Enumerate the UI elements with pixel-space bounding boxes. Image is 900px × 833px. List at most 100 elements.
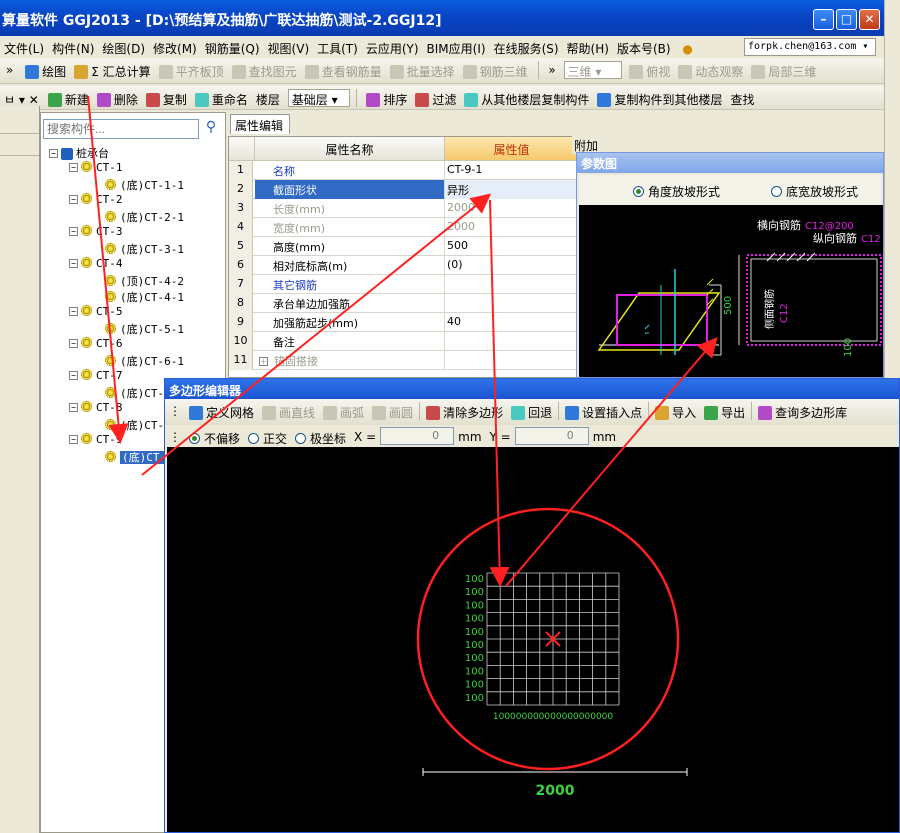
property-row[interactable]: 8 承台单边加强筋: [229, 294, 579, 313]
polygon-tool-5[interactable]: 回退: [507, 399, 556, 423]
width-slope-option[interactable]: 底宽放坡形式: [771, 183, 858, 200]
tree-node[interactable]: − CT-9: [69, 433, 123, 449]
component-search-input[interactable]: [43, 119, 199, 139]
polygon-tool-3[interactable]: 画圆: [368, 399, 417, 423]
property-value[interactable]: 异形: [445, 180, 579, 199]
property-value[interactable]: [445, 294, 579, 313]
menu-item-7[interactable]: 云应用(Y): [362, 36, 423, 58]
polygon-grid-drawing[interactable]: 100 100 100 100 100 100 100 100 100 100 1000000000…: [167, 447, 899, 832]
property-value[interactable]: (0): [445, 256, 579, 275]
toolbar-button-6[interactable]: 钢筋三维: [459, 58, 532, 82]
menu-item-10[interactable]: 帮助(H): [563, 36, 613, 58]
collapse-toggle-icon[interactable]: −: [49, 149, 58, 158]
property-row[interactable]: 4 宽度(mm) 2000: [229, 218, 579, 237]
user-avatar-icon[interactable]: ●: [678, 38, 696, 58]
tree-node[interactable]: − CT-5: [69, 305, 123, 321]
menu-item-5[interactable]: 视图(V): [264, 36, 314, 58]
view-button-2[interactable]: 局部三维: [747, 58, 820, 82]
search-icon[interactable]: ⚲: [201, 119, 221, 139]
property-value[interactable]: 2000: [445, 218, 579, 237]
polygon-tool-0[interactable]: 定义网格: [185, 399, 258, 423]
menu-item-11[interactable]: 版本号(B): [613, 36, 675, 58]
toolbar-button-3[interactable]: 查找图元: [228, 58, 301, 82]
polygon-editor-dialog[interactable]: 多边形编辑器 ⋮ 定义网格 画直线 画弧 画圆 清除多边形 回退 设置插入点 导入 导出 查询多边形…: [164, 378, 900, 833]
account-email-dropdown[interactable]: forpk.chen@163.com ▾: [744, 38, 876, 56]
property-row[interactable]: 2 截面形状 异形: [229, 180, 579, 199]
collapse-toggle-icon[interactable]: −: [69, 259, 78, 268]
tree-node[interactable]: − CT-8: [69, 401, 123, 417]
tree-node[interactable]: − CT-6: [69, 337, 123, 353]
property-row[interactable]: 9 加强筋起步(mm) 40: [229, 313, 579, 332]
property-value[interactable]: [445, 351, 579, 370]
menu-item-6[interactable]: 工具(T): [313, 36, 362, 58]
snap-mode-2[interactable]: 极坐标: [291, 425, 350, 449]
polygon-tool-6[interactable]: 设置插入点: [561, 399, 646, 423]
component-button-2[interactable]: 复制: [142, 86, 191, 109]
tree-node[interactable]: − CT-3: [69, 225, 123, 241]
tree-node[interactable]: − CT-2: [69, 193, 123, 209]
property-row[interactable]: 11 + 锚固搭接: [229, 351, 579, 370]
tree-leaf[interactable]: (顶)CT-4-2: [105, 273, 184, 289]
snap-mode-1[interactable]: 正交: [244, 425, 291, 449]
floor-dropdown[interactable]: 基础层 ▾: [287, 89, 350, 107]
toolbar-button-2[interactable]: 平齐板顶: [155, 58, 228, 82]
property-row[interactable]: 10 备注: [229, 332, 579, 351]
view-button-0[interactable]: 俯视: [625, 58, 674, 82]
component-button-b0[interactable]: 排序: [362, 86, 411, 109]
collapse-toggle-icon[interactable]: −: [69, 403, 78, 412]
menu-item-4[interactable]: 钢筋量(Q): [201, 36, 264, 58]
property-row[interactable]: 7 其它钢筋: [229, 275, 579, 294]
menu-item-1[interactable]: 构件(N): [48, 36, 98, 58]
property-row[interactable]: 6 相对底标高(m) (0): [229, 256, 579, 275]
snap-mode-0[interactable]: 不偏移: [185, 425, 244, 449]
x-coordinate-input[interactable]: 0: [380, 427, 455, 445]
expand-toggle-icon[interactable]: +: [259, 357, 268, 366]
property-value[interactable]: [445, 332, 579, 351]
component-button-b2[interactable]: 从其他楼层复制构件: [460, 86, 593, 109]
property-value[interactable]: 2000: [445, 199, 579, 218]
property-value[interactable]: 40: [445, 313, 579, 332]
collapse-toggle-icon[interactable]: −: [69, 227, 78, 236]
property-value[interactable]: [445, 275, 579, 294]
component-button-b1[interactable]: 过滤: [411, 86, 460, 109]
property-row[interactable]: 5 高度(mm) 500: [229, 237, 579, 256]
property-value[interactable]: 500: [445, 237, 579, 256]
toolbar-button-4[interactable]: 查看钢筋量: [301, 58, 386, 82]
polygon-tool-1[interactable]: 画直线: [258, 399, 319, 423]
polygon-editor-title[interactable]: 多边形编辑器: [165, 379, 899, 399]
tree-leaf[interactable]: (底)CT-2-1: [105, 209, 184, 225]
toolbar-button-0[interactable]: 绘图: [21, 58, 70, 82]
polygon-tool-7[interactable]: 导入: [651, 399, 700, 423]
tree-leaf[interactable]: (底)CT-3-1: [105, 241, 184, 257]
component-button-1[interactable]: 删除: [93, 86, 142, 109]
collapse-toggle-icon[interactable]: −: [69, 371, 78, 380]
toolbar-button-1[interactable]: Σ 汇总计算: [70, 58, 154, 82]
tree-leaf[interactable]: (底)CT-: [105, 449, 169, 465]
close-button[interactable]: ✕: [859, 9, 880, 30]
component-button-b4[interactable]: 查找: [726, 86, 758, 109]
polygon-tool-8[interactable]: 导出: [700, 399, 749, 423]
tab-property-edit[interactable]: 属性编辑: [230, 114, 290, 134]
collapse-toggle-icon[interactable]: −: [69, 195, 78, 204]
tree-node[interactable]: − CT-1: [69, 161, 123, 177]
component-button-3[interactable]: 重命名: [191, 86, 252, 109]
tree-node[interactable]: − CT-7: [69, 369, 123, 385]
toolbar-chevron-icon[interactable]: »: [544, 58, 559, 82]
minimize-button[interactable]: –: [813, 9, 834, 30]
property-row[interactable]: 1 名称 CT-9-1: [229, 161, 579, 180]
tree-leaf[interactable]: (底)CT-1-1: [105, 177, 184, 193]
collapse-toggle-icon[interactable]: −: [69, 307, 78, 316]
tree-leaf[interactable]: (底)CT-5-1: [105, 321, 184, 337]
tree-root[interactable]: − 桩承台: [49, 145, 109, 161]
component-button-b3[interactable]: 复制构件到其他楼层: [593, 86, 726, 109]
menu-item-0[interactable]: 文件(L): [0, 36, 48, 58]
polygon-canvas[interactable]: 100 100 100 100 100 100 100 100 100 100 1000000000…: [167, 447, 899, 832]
property-row[interactable]: 3 长度(mm) 2000: [229, 199, 579, 218]
angle-slope-option[interactable]: 角度放坡形式: [633, 183, 720, 200]
tree-leaf[interactable]: (底)CT-6-1: [105, 353, 184, 369]
property-value[interactable]: CT-9-1: [445, 161, 579, 180]
collapse-toggle-icon[interactable]: −: [69, 339, 78, 348]
window-title-bar[interactable]: 算量软件 GGJ2013 - [D:\预结算及抽筋\广联达抽筋\测试-2.GGJ…: [0, 0, 884, 36]
menu-item-8[interactable]: BIM应用(I): [423, 36, 490, 58]
polygon-tool-4[interactable]: 清除多边形: [422, 399, 507, 423]
